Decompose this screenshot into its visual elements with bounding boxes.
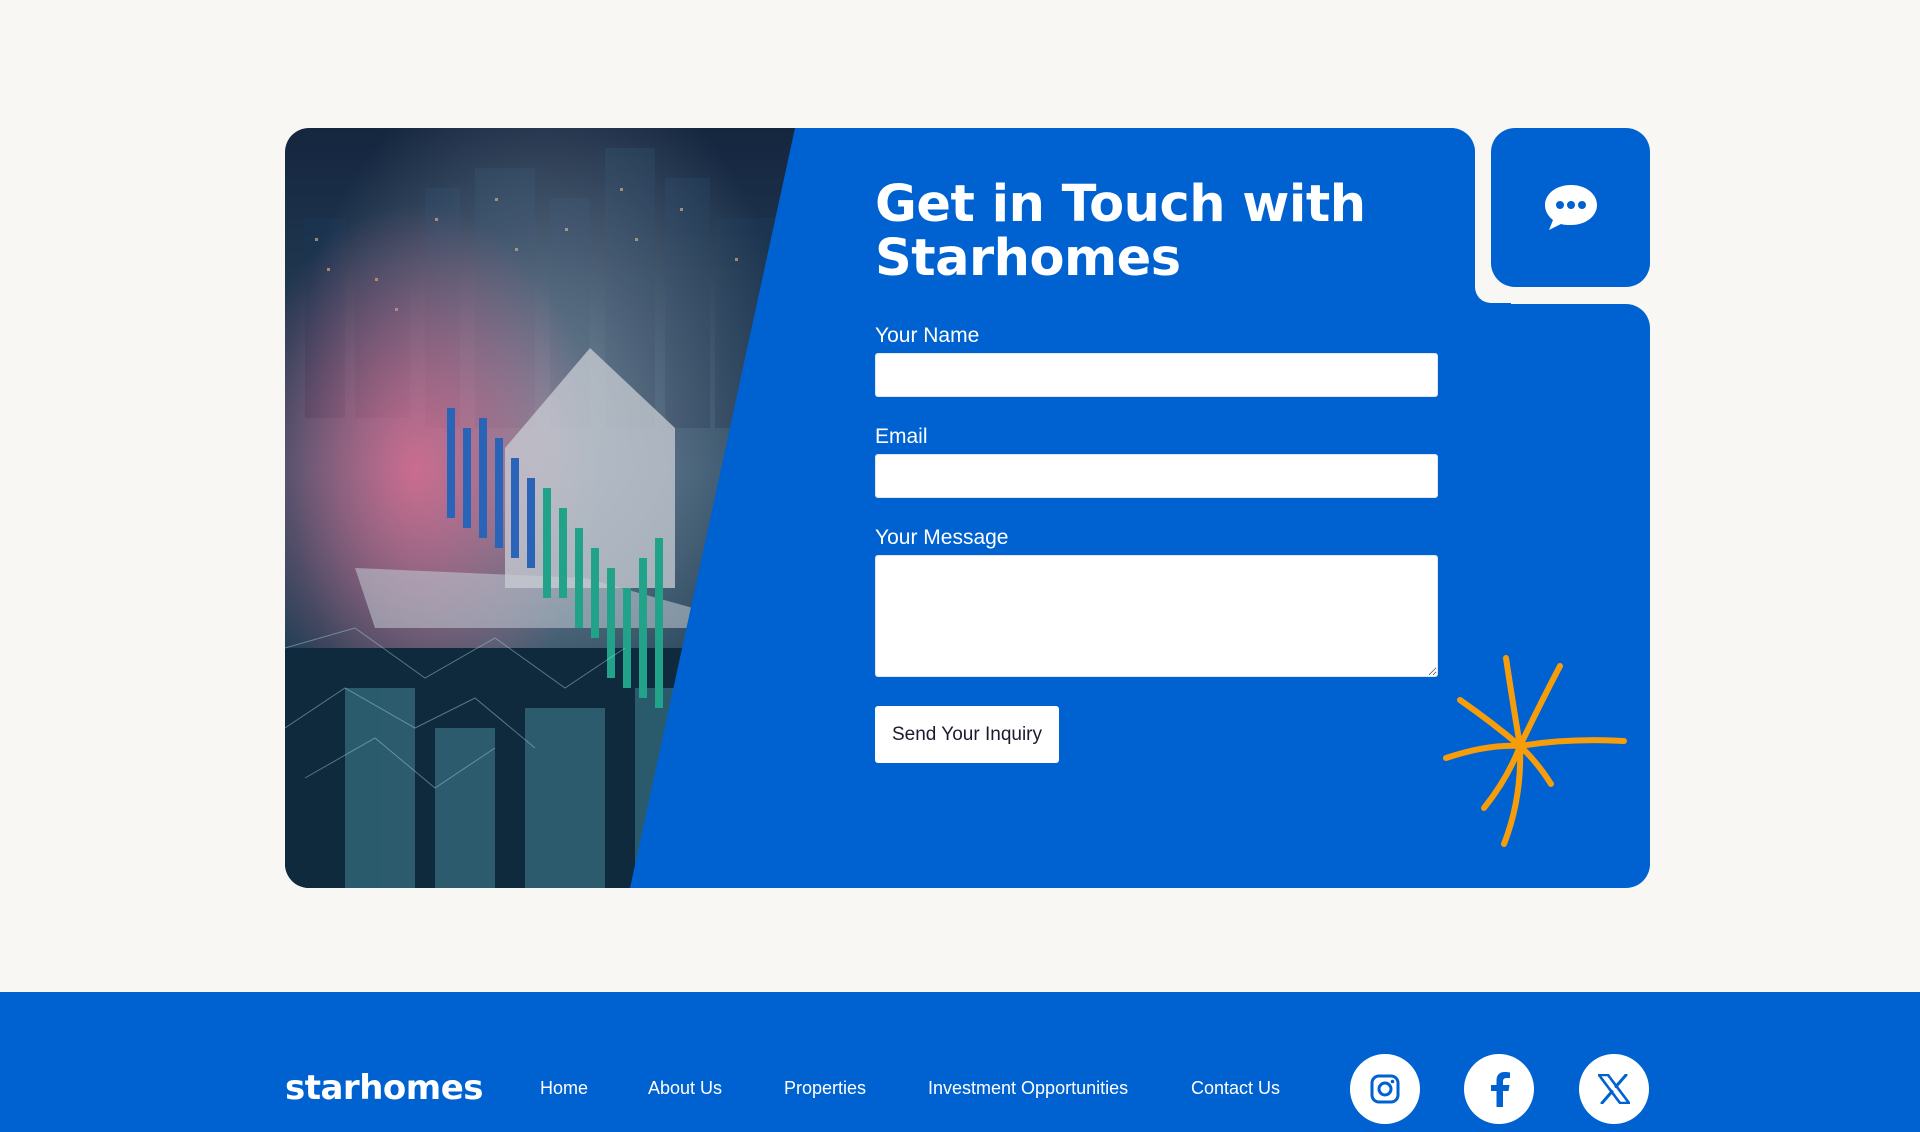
email-label: Email	[875, 425, 928, 448]
instagram-button[interactable]	[1350, 1054, 1420, 1124]
chat-bubble-icon	[1544, 184, 1597, 230]
starburst-icon	[1443, 655, 1627, 847]
message-label: Your Message	[875, 526, 1009, 549]
x-button[interactable]	[1579, 1054, 1649, 1124]
send-inquiry-button[interactable]: Send Your Inquiry	[875, 706, 1060, 763]
site-footer: starhomes Home About Us Properties Inves…	[0, 992, 1920, 1132]
name-field[interactable]	[875, 353, 1438, 397]
contact-form: Get in Touch with Starhomes Your Name Em…	[875, 175, 1438, 763]
email-field[interactable]	[875, 454, 1438, 498]
facebook-button[interactable]	[1464, 1054, 1534, 1124]
form-title: Get in Touch with Starhomes	[875, 175, 1366, 288]
message-field[interactable]	[875, 555, 1438, 677]
instagram-icon	[1370, 1074, 1400, 1104]
x-icon	[1598, 1074, 1630, 1104]
panel-notch-corner	[1475, 287, 1511, 323]
facebook-icon	[1491, 1072, 1510, 1107]
footer-logo[interactable]: starhomes	[285, 1068, 484, 1108]
footer-nav-properties[interactable]: Properties	[784, 1078, 866, 1099]
footer-nav-about[interactable]: About Us	[648, 1078, 722, 1099]
chat-icon-tile	[1491, 128, 1650, 287]
footer-nav-home[interactable]: Home	[540, 1078, 588, 1099]
footer-nav-contact[interactable]: Contact Us	[1191, 1078, 1280, 1099]
name-label: Your Name	[875, 324, 980, 347]
contact-card: Get in Touch with Starhomes Your Name Em…	[285, 128, 1650, 888]
footer-nav-investment[interactable]: Investment Opportunities	[928, 1078, 1128, 1099]
